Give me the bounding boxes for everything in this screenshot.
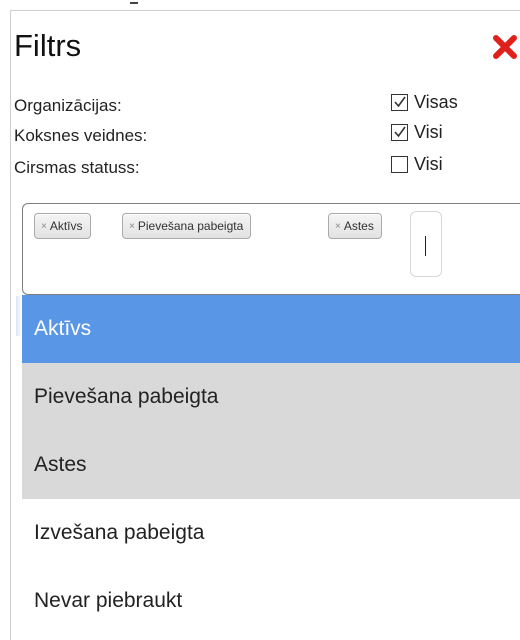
checkbox-unchecked-icon — [391, 156, 408, 173]
close-icon[interactable] — [492, 34, 518, 60]
filter-title: Filtrs — [14, 28, 82, 63]
option-nevar-piebraukt[interactable]: Nevar piebraukt — [22, 567, 520, 635]
option-izvesana-pabeigta[interactable]: Izvešana pabeigta — [22, 499, 520, 567]
tag-label: Aktīvs — [49, 219, 83, 233]
top-tick-mark — [130, 2, 138, 4]
option-pievesana-pabeigta[interactable]: Pievešana pabeigta — [22, 363, 520, 431]
organizacijas-visas-checkbox[interactable]: Visas — [391, 92, 458, 113]
checkbox-checked-icon — [391, 94, 408, 111]
tag-remove-icon[interactable]: × — [41, 221, 47, 232]
selected-tag-pievesana-pabeigta: × Pievešana pabeigta — [122, 213, 252, 239]
organizacijas-label: Organizācijas: — [14, 96, 122, 115]
cirsmas-visi-checkbox[interactable]: Visi — [391, 154, 443, 175]
status-multiselect[interactable]: × Aktīvs × Pievešana pabeigta × Astes — [22, 203, 520, 295]
selected-tag-aktivs: × Aktīvs — [34, 213, 91, 239]
cirsmas-statuss-label: Cirsmas statuss: — [14, 158, 140, 177]
checkbox-label: Visi — [414, 154, 443, 174]
koksnes-visi-checkbox[interactable]: Visi — [391, 122, 443, 143]
tag-remove-icon[interactable]: × — [129, 221, 135, 232]
option-aktivs[interactable]: Aktīvs — [22, 295, 520, 363]
multiselect-search-input[interactable] — [410, 211, 442, 277]
checkbox-checked-icon — [391, 124, 408, 141]
tag-label: Pievešana pabeigta — [137, 219, 244, 233]
selected-tag-astes: × Astes — [328, 213, 382, 239]
tag-remove-icon[interactable]: × — [335, 221, 341, 232]
tag-label: Astes — [343, 219, 374, 233]
option-astes[interactable]: Astes — [22, 431, 520, 499]
text-caret — [425, 236, 426, 256]
status-dropdown-list: Aktīvs Pievešana pabeigta Astes Izvešana… — [22, 295, 520, 639]
koksnes-veidnes-label: Koksnes veidnes: — [14, 126, 148, 145]
checkbox-label: Visas — [414, 92, 458, 112]
checkbox-label: Visi — [414, 122, 443, 142]
